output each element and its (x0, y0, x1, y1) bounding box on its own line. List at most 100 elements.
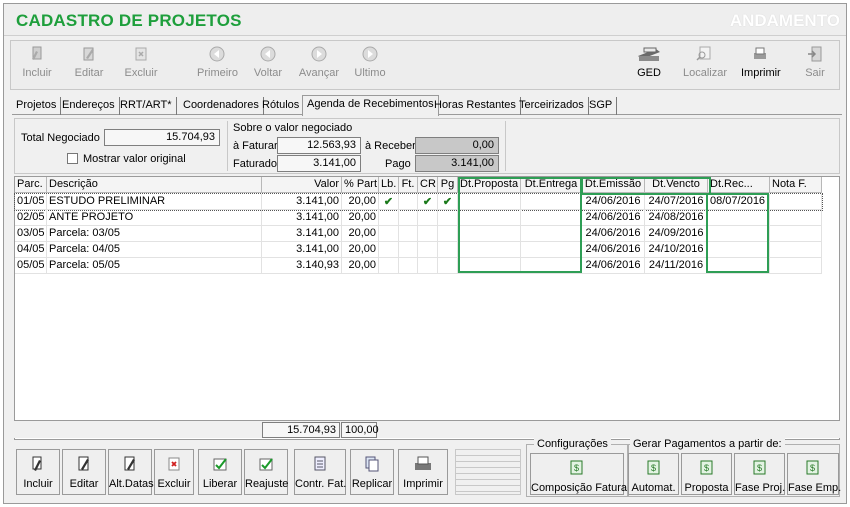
composicao-fatura-button[interactable]: $ Composição Fatura (530, 453, 627, 495)
column-header-pg[interactable]: Pg (438, 177, 458, 193)
svg-text:$: $ (574, 463, 579, 473)
column-header-valor[interactable]: Valor (262, 177, 342, 193)
primeiro-label: Primeiro (197, 67, 238, 79)
column-header-cr[interactable]: CR (418, 177, 438, 193)
cell-pg (438, 258, 458, 274)
fase-proj-button[interactable]: $ Fase Proj. (734, 453, 785, 495)
money-icon: $ (570, 460, 583, 475)
cell-pg (438, 210, 458, 226)
reajuste-button[interactable]: Reajuste (244, 449, 288, 495)
pago-field[interactable]: 3.141,00 (415, 155, 499, 172)
voltar-button[interactable]: Voltar (251, 45, 285, 87)
divider (227, 121, 228, 171)
tab-terceirizados[interactable]: Terceirizados (515, 97, 589, 115)
column-header-pct[interactable]: % Part. (342, 177, 379, 193)
ged-button[interactable]: GED (633, 45, 665, 87)
alt-datas-button[interactable]: Alt.Datas (108, 449, 154, 495)
fase-emp-button[interactable]: $ Fase Emp. (787, 453, 842, 495)
svg-text:$: $ (650, 463, 655, 473)
mostrar-valor-checkbox[interactable] (67, 153, 78, 164)
cell-nota (770, 258, 822, 274)
cell-dt-emissao: 24/06/2016 (582, 242, 645, 258)
tab-rotulos[interactable]: Rótulos (258, 97, 305, 115)
cell-cr (418, 242, 438, 258)
replicar-label: Replicar (351, 478, 393, 490)
primeiro-button[interactable]: Primeiro (197, 45, 238, 87)
editar-parcela-button[interactable]: Editar (62, 449, 106, 495)
imprimir-button[interactable]: Imprimir (741, 45, 781, 87)
column-header-nota[interactable]: Nota F. (770, 177, 822, 193)
money-icon: $ (647, 460, 659, 475)
table-row[interactable]: 05/05 Parcela: 05/05 3.140,93 20,00 24/06/20… (15, 258, 822, 274)
column-header-descricao[interactable]: Descrição (47, 177, 262, 193)
cell-dt-emissao: 24/06/2016 (582, 226, 645, 242)
contr-fat-button[interactable]: Contr. Fat. (294, 449, 346, 495)
configuracoes-title: Configurações (534, 438, 611, 450)
a-receber-field[interactable]: 0,00 (415, 137, 499, 154)
back-icon (260, 46, 276, 62)
edit-doc-icon (78, 456, 89, 471)
cell-parc: 02/05 (15, 210, 47, 226)
editar-parcela-label: Editar (69, 478, 99, 490)
cell-parc: 01/05 (15, 194, 47, 210)
tab-agenda-recebimentos[interactable]: Agenda de Recebimentos (302, 95, 439, 116)
copy-icon (365, 456, 379, 472)
excluir-parcela-button[interactable]: Excluir (154, 449, 194, 495)
cell-pg (438, 226, 458, 242)
cell-dt-emissao: 24/06/2016 (582, 258, 645, 274)
column-header-parc[interactable]: Parc. (15, 177, 47, 193)
reajuste-label: Reajuste (245, 478, 289, 490)
fase-emp-label: Fase Emp. (788, 482, 842, 494)
incluir-parcela-button[interactable]: Incluir (16, 449, 60, 495)
table-row[interactable]: 03/05 Parcela: 03/05 3.141,00 20,00 24/06/20… (15, 226, 822, 242)
tab-rrt-art[interactable]: RRT/ART* (116, 97, 177, 115)
avancar-button[interactable]: Avançar (297, 45, 341, 87)
cell-pct: 20,00 (342, 210, 379, 226)
proposta-button[interactable]: $ Proposta (681, 453, 732, 495)
tab-coordenadores[interactable]: Coordenadores (179, 97, 264, 115)
tab-sgp[interactable]: SGP (585, 97, 618, 115)
column-header-ft[interactable]: Ft. (399, 177, 418, 193)
title-bar: CADASTRO DE PROJETOS ANDAMENTO (4, 4, 846, 36)
money-icon: $ (700, 460, 712, 475)
localizar-button[interactable]: Localizar (683, 45, 727, 87)
cell-pg: ✔ (438, 194, 458, 210)
search-icon (696, 46, 711, 61)
scanner-icon (638, 47, 660, 61)
table-row[interactable]: 04/05 Parcela: 04/05 3.141,00 20,00 24/06/20… (15, 242, 822, 258)
a-faturar-field[interactable]: 12.563,93 (277, 137, 361, 154)
gerar-pagamentos-title: Gerar Pagamentos a partir de: (630, 438, 785, 450)
sair-button[interactable]: Sair (801, 45, 829, 87)
automat-button[interactable]: $ Automat. (628, 453, 679, 495)
column-header-dt-rec[interactable]: Dt.Rec... (708, 177, 770, 193)
tab-enderecos[interactable]: Endereços (58, 97, 120, 115)
ultimo-button[interactable]: Ultimo (353, 45, 387, 87)
cell-pg (438, 242, 458, 258)
cell-ft (399, 210, 418, 226)
tab-horas-restantes[interactable]: Horas Restantes (430, 97, 521, 115)
total-negociado-field[interactable]: 15.704,93 (104, 129, 220, 146)
svg-text:$: $ (810, 463, 815, 473)
tab-projetos[interactable]: Projetos (12, 97, 62, 115)
cell-dt-emissao: 24/06/2016 (582, 194, 645, 210)
column-header-lb[interactable]: Lb. (379, 177, 399, 193)
faturado-field[interactable]: 3.141,00 (277, 155, 361, 172)
table-row[interactable]: 02/05 ANTE PROJETO 3.141,00 20,00 24/06/2016… (15, 210, 822, 226)
excluir-label: Excluir (124, 67, 158, 79)
proposta-label: Proposta (684, 482, 729, 494)
table-row[interactable]: 01/05 ESTUDO PRELIMINAR 3.141,00 20,00 ✔ ✔ ✔ 24… (14, 193, 823, 211)
incluir-button[interactable]: Incluir (17, 45, 57, 87)
voltar-label: Voltar (253, 67, 283, 79)
liberar-label: Liberar (202, 478, 238, 490)
cell-dt-vencto: 24/11/2016 (645, 258, 708, 274)
replicar-button[interactable]: Replicar (350, 449, 394, 495)
excluir-button[interactable]: Excluir (119, 45, 163, 87)
sair-label: Sair (805, 67, 825, 79)
editar-button[interactable]: Editar (69, 45, 109, 87)
imprimir-parcelas-button[interactable]: Imprimir (398, 449, 448, 495)
liberar-button[interactable]: Liberar (198, 449, 242, 495)
sobre-label: Sobre o valor negociado (233, 122, 353, 134)
pencil-icon (32, 46, 42, 60)
contr-fat-label: Contr. Fat. (295, 478, 347, 490)
window-title: CADASTRO DE PROJETOS (16, 11, 242, 30)
